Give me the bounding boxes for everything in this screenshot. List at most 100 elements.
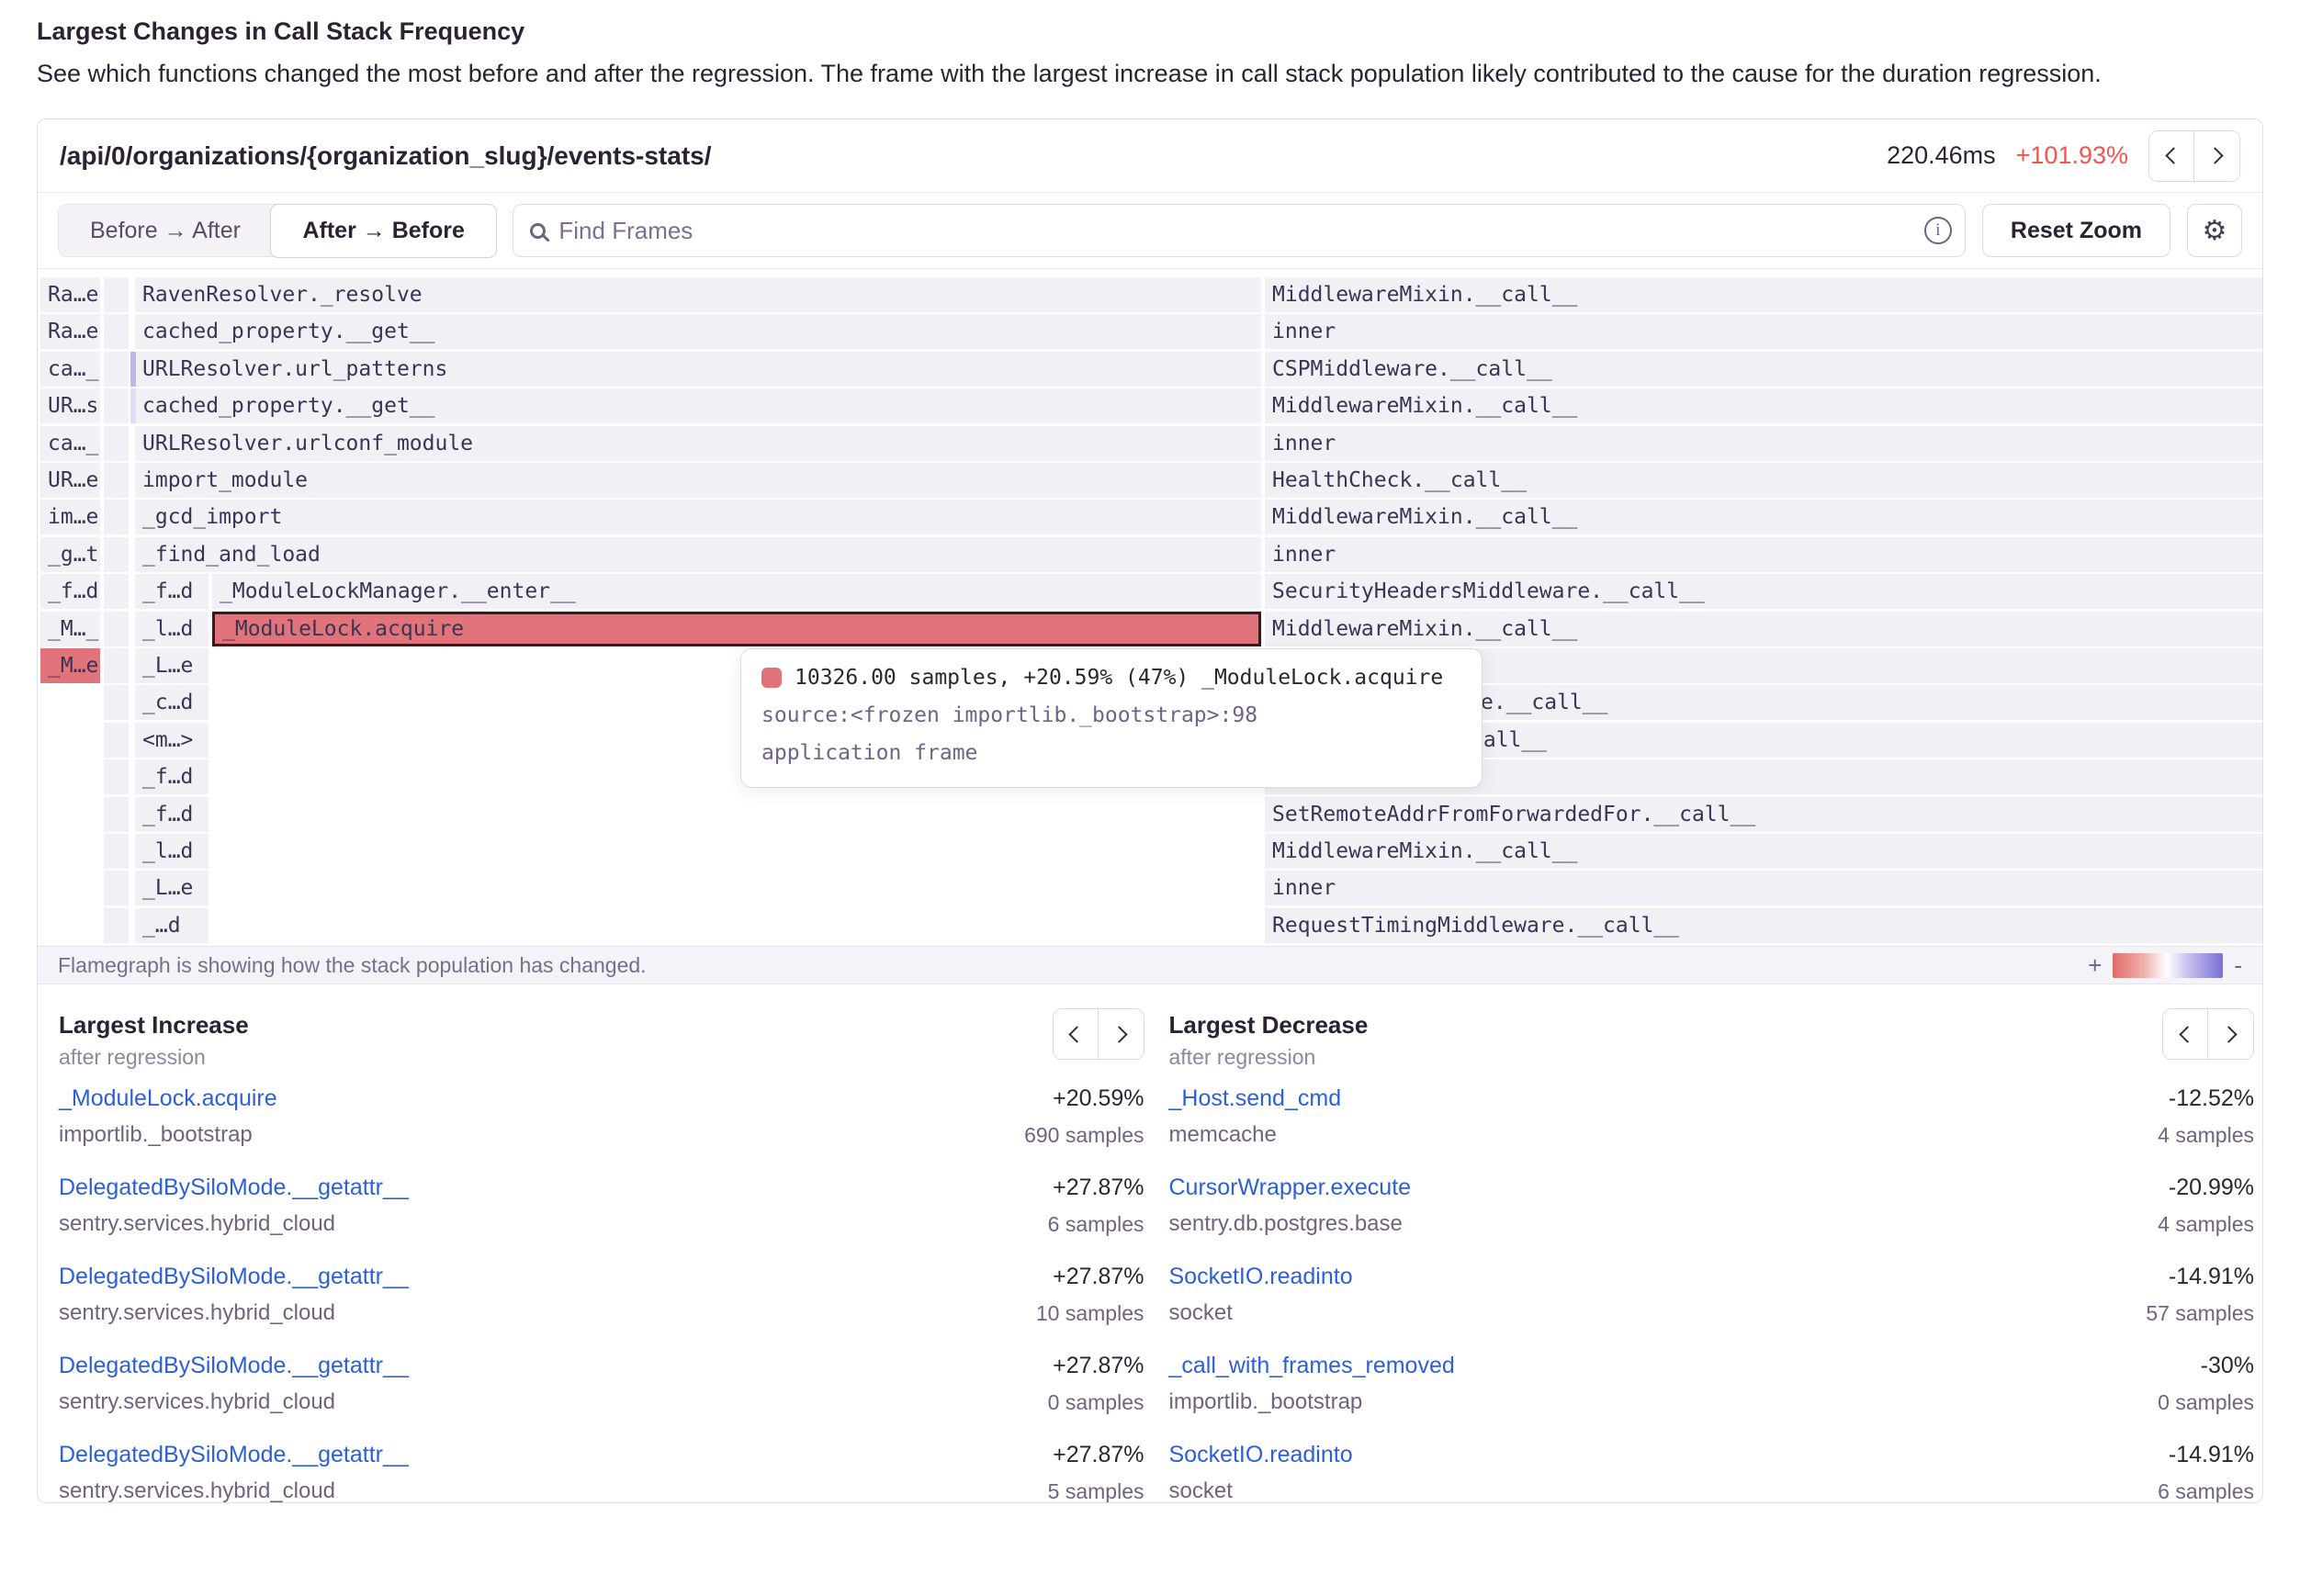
frame-cell[interactable]: _find_and_load	[135, 537, 1261, 572]
decrease-prev-button[interactable]	[2163, 1009, 2208, 1059]
frame-cell-narrow[interactable]	[104, 314, 129, 349]
frame-cell-right[interactable]: MiddlewareMixin.__call__	[1265, 388, 2262, 423]
function-link[interactable]: _Host.send_cmd	[1169, 1080, 1342, 1117]
frame-cell[interactable]: import_module	[135, 463, 1261, 498]
chevron-right-icon	[2206, 147, 2223, 163]
function-link[interactable]: _ModuleLock.acquire	[59, 1080, 277, 1117]
frame-cell-right[interactable]: inner	[1265, 314, 2262, 349]
diff-direction-toggle: Before → After After → Before	[58, 204, 496, 257]
frame-cell[interactable]: _gcd_import	[135, 500, 1261, 534]
flamegraph-canvas[interactable]: RequestTimingMiddleware.__call__ _…d inner…	[38, 269, 2262, 946]
function-link[interactable]: CursorWrapper.execute	[1169, 1169, 1412, 1206]
legend-minus-label: -	[2234, 951, 2242, 980]
function-link[interactable]: DelegatedBySiloMode.__getattr__	[59, 1258, 409, 1295]
frame-cell-narrow[interactable]	[104, 500, 129, 534]
frame-cell-narrow[interactable]	[104, 612, 129, 646]
frame-cell-right[interactable]: MiddlewareMixin.__call__	[1265, 277, 2262, 312]
frame-cell-truncated[interactable]: _l…d	[135, 612, 209, 646]
sample-count: 4 samples	[2158, 1117, 2254, 1153]
frame-cell[interactable]: _ModuleLockManager.__enter__	[212, 574, 1261, 609]
frame-cell-truncated[interactable]: _f…d	[135, 574, 209, 609]
function-link[interactable]: DelegatedBySiloMode.__getattr__	[59, 1169, 409, 1206]
frame-cell-narrow[interactable]	[104, 834, 129, 869]
frame-cell-narrow[interactable]	[104, 685, 129, 720]
frame-cell-truncated[interactable]: ca…_	[40, 352, 100, 387]
frame-cell-narrow[interactable]	[104, 723, 129, 758]
frame-cell-right[interactable]: SecurityHeadersMiddleware.__call__	[1265, 574, 2262, 609]
toggle-after-before[interactable]: After → Before	[270, 204, 496, 258]
frame-cell-truncated[interactable]: _M…_	[40, 612, 100, 646]
frame-cell-truncated[interactable]: Ra…e	[40, 314, 100, 349]
change-percent: -14.91%	[2158, 1436, 2254, 1473]
frame-cell-truncated[interactable]: _f…d	[135, 797, 209, 832]
prev-transaction-button[interactable]	[2149, 131, 2194, 181]
find-frames-input[interactable]	[558, 217, 1910, 245]
frame-cell-narrow[interactable]	[104, 797, 129, 832]
chevron-left-icon	[2179, 1026, 2195, 1042]
frame-cell-truncated[interactable]: _f…d	[40, 574, 100, 609]
increase-items-list: _ModuleLock.acquireimportlib._bootstrap+…	[59, 1080, 1144, 1503]
frame-cell-right[interactable]: MiddlewareMixin.__call__	[1265, 834, 2262, 869]
frame-cell-right[interactable]: inner	[1265, 426, 2262, 461]
frame-cell-truncated[interactable]: _L…e	[135, 648, 209, 683]
increase-prev-button[interactable]	[1054, 1009, 1099, 1059]
frame-cell-truncated[interactable]: UR…e	[40, 463, 100, 498]
frame-cell-narrow[interactable]	[104, 277, 129, 312]
selected-frame-cell[interactable]: _ModuleLock.acquire	[212, 612, 1261, 646]
frame-cell-truncated[interactable]: _g…t	[40, 537, 100, 572]
frame-cell-right[interactable]: inner	[1265, 537, 2262, 572]
frame-cell-truncated[interactable]: _f…d	[135, 759, 209, 794]
frame-cell-truncated[interactable]: ca…_	[40, 426, 100, 461]
sample-count: 690 samples	[1024, 1117, 1144, 1153]
legend-plus-label: +	[2088, 951, 2102, 980]
frame-cell-narrow[interactable]	[104, 352, 129, 387]
decrease-next-button[interactable]	[2208, 1009, 2253, 1059]
frame-cell-narrow[interactable]	[104, 871, 129, 905]
frame-cell-truncated[interactable]: _L…e	[135, 871, 209, 905]
frame-cell-narrow[interactable]	[104, 426, 129, 461]
frame-cell-right[interactable]: SetRemoteAddrFromForwardedFor.__call__	[1265, 797, 2262, 832]
frame-cell-right[interactable]: RequestTimingMiddleware.__call__	[1265, 908, 2262, 943]
function-link[interactable]: DelegatedBySiloMode.__getattr__	[59, 1347, 409, 1384]
frame-cell[interactable]: cached_property.__get__	[135, 388, 1261, 423]
next-transaction-button[interactable]	[2194, 131, 2239, 181]
frame-cell-narrow[interactable]	[104, 759, 129, 794]
regression-panel: /api/0/organizations/{organization_slug}…	[37, 118, 2263, 1503]
function-link[interactable]: _call_with_frames_removed	[1169, 1347, 1455, 1384]
frame-cell-narrow[interactable]	[104, 388, 129, 423]
frame-cell[interactable]: cached_property.__get__	[135, 314, 1261, 349]
frame-cell-right[interactable]: MiddlewareMixin.__call__	[1265, 500, 2262, 534]
frame-cell-narrow[interactable]	[104, 908, 129, 943]
frame-cell-right[interactable]: HealthCheck.__call__	[1265, 463, 2262, 498]
reset-zoom-button[interactable]: Reset Zoom	[1982, 204, 2170, 257]
frame-cell-truncated[interactable]: im…e	[40, 500, 100, 534]
frame-cell-truncated[interactable]: _l…d	[135, 834, 209, 869]
frame-cell-truncated[interactable]: _…d	[135, 908, 209, 943]
frame-cell-truncated[interactable]: UR…s	[40, 388, 100, 423]
decrease-pager	[2162, 1008, 2254, 1060]
largest-changes-section: Largest Increase after regression _Modul…	[38, 984, 2262, 1503]
frame-cell-narrow[interactable]	[104, 537, 129, 572]
toggle-before-after[interactable]: Before → After	[59, 205, 272, 256]
settings-gear-button[interactable]: ⚙	[2187, 204, 2242, 257]
info-icon[interactable]: i	[1924, 217, 1952, 244]
page-description: See which functions changed the most bef…	[37, 55, 2263, 93]
frame-cell-narrow[interactable]	[104, 648, 129, 683]
function-link[interactable]: SocketIO.readinto	[1169, 1436, 1353, 1473]
frame-cell-truncated[interactable]: Ra…e	[40, 277, 100, 312]
frame-cell-truncated[interactable]: <m…>	[135, 723, 209, 758]
increase-next-button[interactable]	[1099, 1009, 1144, 1059]
frame-cell[interactable]: URLResolver.url_patterns	[135, 352, 1261, 387]
frame-cell-truncated[interactable]: _c…d	[135, 685, 209, 720]
frame-cell-right[interactable]: MiddlewareMixin.__call__	[1265, 612, 2262, 646]
frame-cell-right[interactable]: inner	[1265, 871, 2262, 905]
largest-increase-header: Largest Increase after regression	[59, 1008, 1144, 1073]
frame-cell-narrow[interactable]	[104, 463, 129, 498]
function-link[interactable]: SocketIO.readinto	[1169, 1258, 1353, 1295]
function-link[interactable]: DelegatedBySiloMode.__getattr__	[59, 1436, 409, 1473]
frame-cell-right[interactable]: CSPMiddleware.__call__	[1265, 352, 2262, 387]
frame-cell[interactable]: URLResolver.urlconf_module	[135, 426, 1261, 461]
frame-cell-narrow[interactable]	[104, 574, 129, 609]
frame-cell-truncated[interactable]: _M…e	[40, 648, 100, 683]
frame-cell[interactable]: RavenResolver._resolve	[135, 277, 1261, 312]
